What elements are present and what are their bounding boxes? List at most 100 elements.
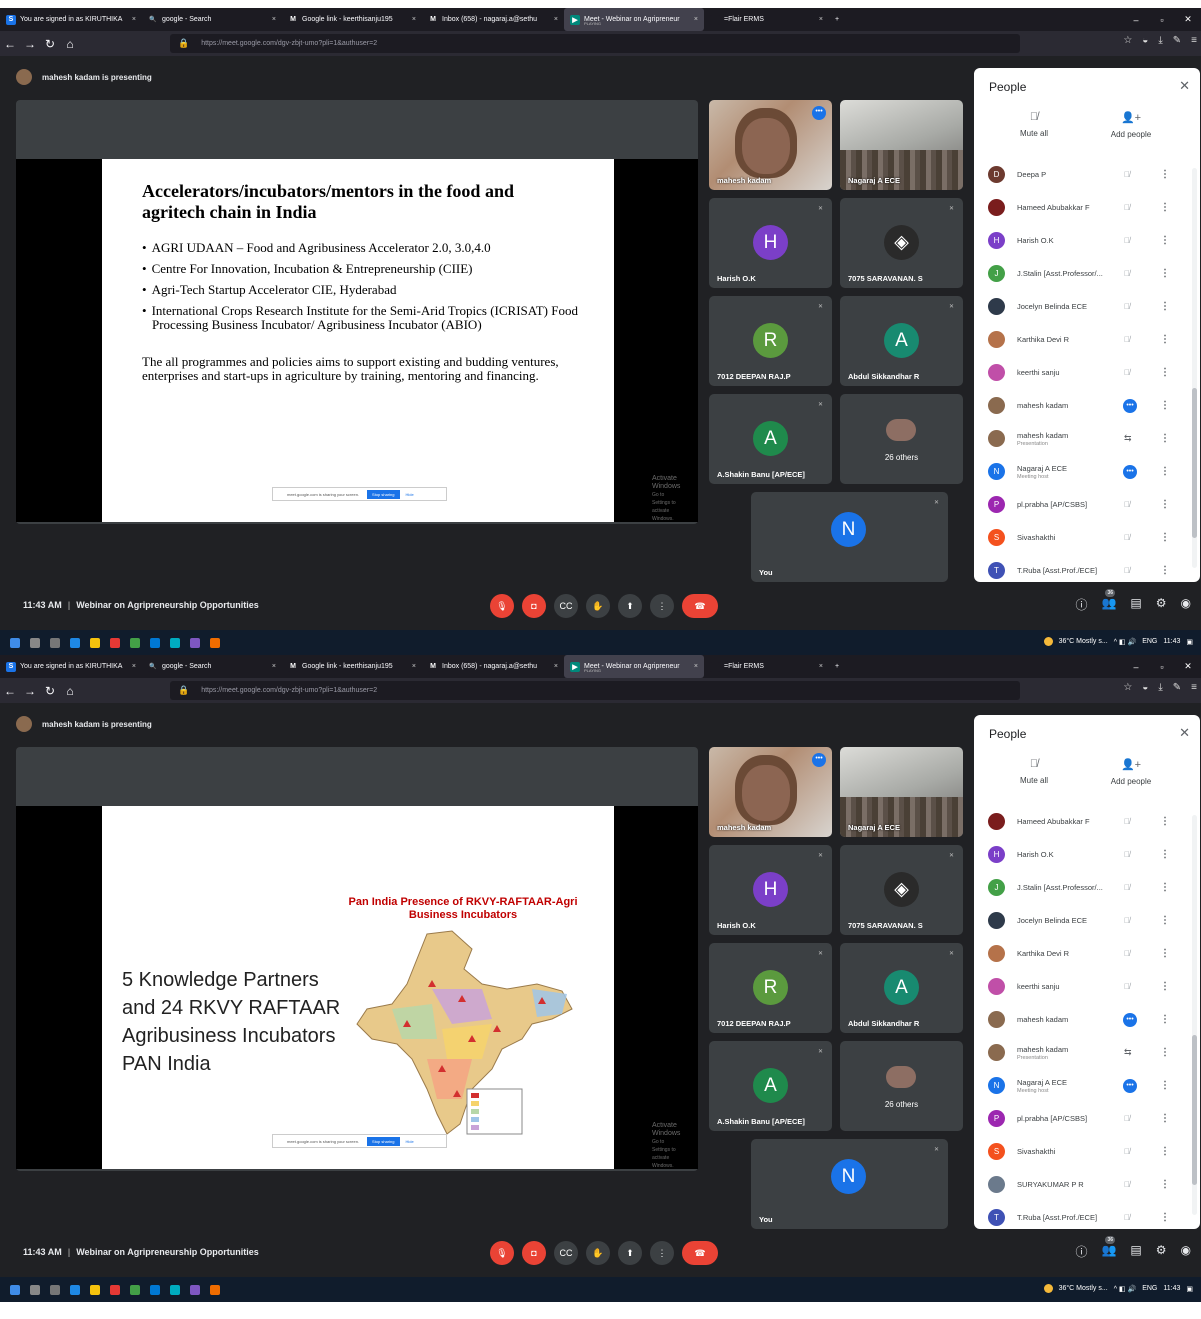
participant-tile[interactable]: 26 others — [840, 1041, 963, 1131]
bookmark-star-icon[interactable]: ☆ — [1123, 682, 1132, 693]
more-options-icon[interactable]: ⋮ — [1160, 367, 1170, 378]
participant-tile[interactable]: A ✕ A.Shakin Banu [AP/ECE] — [709, 1041, 832, 1131]
browser-tab[interactable]: S You are signed in as KIRUTHIKA × — [0, 655, 142, 678]
activities-icon[interactable]: ⚙ — [1156, 596, 1167, 613]
more-options-icon[interactable]: ⋮ — [1160, 433, 1170, 444]
participant-tile[interactable]: A ✕ Abdul Sikkandhar R — [840, 943, 963, 1033]
close-tab-icon[interactable]: × — [266, 663, 276, 670]
participant-row[interactable]: T T.Ruba [Asst.Prof./ECE] 🎙̸ ⋮ — [974, 1201, 1194, 1229]
mic-off-icon[interactable]: 🎙̸ — [1124, 368, 1130, 377]
hide-button[interactable]: Hide — [406, 1139, 414, 1144]
taskbar-app-icon[interactable] — [130, 637, 140, 648]
mic-off-icon[interactable]: 🎙̸ — [1124, 203, 1130, 212]
participant-tile[interactable]: ••• mahesh kadam — [709, 747, 832, 837]
participant-row[interactable]: Hameed Abubakkar F 🎙̸ ⋮ — [974, 191, 1194, 224]
close-panel-icon[interactable]: ✕ — [1179, 725, 1190, 741]
participant-row[interactable]: keerthi sanju 🎙̸ ⋮ — [974, 356, 1194, 389]
more-options-icon[interactable]: ⋮ — [1160, 1113, 1170, 1124]
close-window-icon[interactable]: ✕ — [1175, 661, 1201, 672]
more-options-icon[interactable]: ⋮ — [1160, 268, 1170, 279]
more-options-icon[interactable]: ⋮ — [1160, 334, 1170, 345]
participant-tile[interactable]: ◈ ✕ 7075 SARAVANAN. S — [840, 198, 963, 288]
mic-off-icon[interactable]: 🎙̸ — [1124, 236, 1130, 245]
browser-tab[interactable]: ▶ Meet - Webinar on Agripreneur PLAYING × — [564, 8, 704, 31]
clock[interactable]: 11:43 — [1163, 638, 1180, 645]
search-icon[interactable] — [30, 637, 40, 648]
extension-icon[interactable]: ✎ — [1173, 35, 1181, 46]
mic-off-icon[interactable]: 🎙̸ — [1124, 916, 1130, 925]
mic-off-icon[interactable]: 🎙̸ — [1124, 1213, 1130, 1222]
participant-row[interactable]: N Nagaraj A ECE Meeting host ••• ⋮ — [974, 455, 1194, 488]
start-icon[interactable] — [10, 1284, 20, 1295]
more-options-icon[interactable]: ⋮ — [1160, 301, 1170, 312]
taskbar-app-icon[interactable] — [130, 1284, 140, 1295]
more-options-icon[interactable]: ⋮ — [1160, 1212, 1170, 1223]
participant-row[interactable]: SURYAKUMAR P R 🎙̸ ⋮ — [974, 1168, 1194, 1201]
mic-off-icon[interactable]: 🎙̸ — [1124, 566, 1130, 575]
participant-row[interactable]: H Harish O.K 🎙̸ ⋮ — [974, 224, 1194, 257]
hide-button[interactable]: Hide — [406, 492, 414, 497]
info-icon[interactable]: ⓘ — [1075, 1243, 1087, 1260]
pocket-icon[interactable]: ◒ — [1142, 682, 1148, 693]
close-tab-icon[interactable]: × — [406, 16, 416, 23]
close-tab-icon[interactable]: × — [688, 663, 698, 670]
present-button[interactable]: ⬆ — [618, 1241, 642, 1265]
pocket-icon[interactable]: ◒ — [1142, 35, 1148, 46]
taskbar-app-icon[interactable] — [70, 637, 80, 648]
more-options-icon[interactable]: ⋮ — [1160, 1014, 1170, 1025]
camera-toggle-button[interactable]: ◘ — [522, 1241, 546, 1265]
participant-row[interactable]: Hameed Abubakkar F 🎙̸ ⋮ — [974, 805, 1194, 838]
mic-off-icon[interactable]: 🎙̸ — [1124, 269, 1130, 278]
forward-icon[interactable]: → — [20, 37, 40, 51]
more-options-icon[interactable]: ⋮ — [1160, 565, 1170, 576]
notification-icon[interactable]: ▣ — [1186, 1285, 1193, 1293]
participant-tile[interactable]: A ✕ Abdul Sikkandhar R — [840, 296, 963, 386]
more-options-icon[interactable]: ⋮ — [1160, 1179, 1170, 1190]
participant-row[interactable]: Ppl.prabha [AP/CSBS] 🎙̸ ⋮ — [974, 488, 1194, 521]
address-bar[interactable]: 🔒 https://meet.google.com/dgv-zbjt-umo?p… — [170, 681, 1020, 700]
mic-off-icon[interactable]: 🎙̸ — [1124, 170, 1130, 179]
mute-all-button[interactable]: 🎙̸ Mute all — [999, 111, 1069, 138]
more-options-button[interactable]: ⋮ — [650, 594, 674, 618]
browser-tab[interactable]: M Google link - keerthisanju195 × — [282, 8, 422, 31]
leave-call-button[interactable]: ☎ — [682, 1241, 718, 1265]
people-scrollbar[interactable] — [1192, 815, 1197, 1215]
more-options-icon[interactable]: ⋮ — [1160, 915, 1170, 926]
address-bar[interactable]: 🔒 https://meet.google.com/dgv-zbjt-umo?p… — [170, 34, 1020, 53]
participant-tile[interactable]: R ✕ 7012 DEEPAN RAJ.P — [709, 296, 832, 386]
close-tab-icon[interactable]: × — [813, 16, 823, 23]
more-options-icon[interactable]: ⋮ — [1160, 400, 1170, 411]
mic-off-icon[interactable]: 🎙̸ — [1124, 883, 1130, 892]
new-tab-button[interactable]: + — [829, 655, 849, 678]
people-button[interactable]: 👥 36 — [1101, 589, 1116, 613]
back-icon[interactable]: ← — [0, 37, 20, 51]
info-icon[interactable]: ⓘ — [1075, 596, 1087, 613]
close-tab-icon[interactable]: × — [548, 663, 558, 670]
participant-tile[interactable]: N ✕ You — [751, 492, 948, 582]
participant-tile[interactable]: N ✕ You — [751, 1139, 948, 1229]
more-options-icon[interactable]: ⋮ — [1160, 882, 1170, 893]
browser-tab[interactable]: M Inbox (658) - nagaraj.a@sethu × — [422, 8, 564, 31]
taskbar-app-icon[interactable] — [110, 1284, 120, 1295]
close-tab-icon[interactable]: × — [813, 663, 823, 670]
firefox-icon[interactable] — [210, 637, 220, 648]
mic-toggle-button[interactable]: 🎙 — [490, 594, 514, 618]
close-window-icon[interactable]: ✕ — [1175, 14, 1201, 25]
back-icon[interactable]: ← — [0, 684, 20, 698]
participant-row[interactable]: J J.Stalin [Asst.Professor/... 🎙̸ ⋮ — [974, 871, 1194, 904]
add-people-button[interactable]: 👤+ Add people — [1096, 111, 1166, 139]
close-tab-icon[interactable]: × — [548, 16, 558, 23]
mic-off-icon[interactable]: 🎙̸ — [1124, 949, 1130, 958]
download-icon[interactable]: ⤓ — [1158, 35, 1162, 46]
browser-tab[interactable]: =Flair ERMS × — [704, 655, 829, 678]
close-panel-icon[interactable]: ✕ — [1179, 78, 1190, 94]
notification-icon[interactable]: ▣ — [1186, 638, 1193, 646]
more-options-icon[interactable]: ⋮ — [1160, 816, 1170, 827]
home-icon[interactable]: ⌂ — [60, 684, 80, 698]
scrollbar-thumb[interactable] — [1192, 1035, 1197, 1185]
taskbar-app-icon[interactable] — [190, 637, 200, 648]
more-options-icon[interactable]: ⋮ — [1160, 235, 1170, 246]
mute-all-button[interactable]: 🎙̸ Mute all — [999, 758, 1069, 785]
participant-tile[interactable]: H ✕ Harish O.K — [709, 198, 832, 288]
participant-row[interactable]: D Deepa P 🎙̸ ⋮ — [974, 158, 1194, 191]
